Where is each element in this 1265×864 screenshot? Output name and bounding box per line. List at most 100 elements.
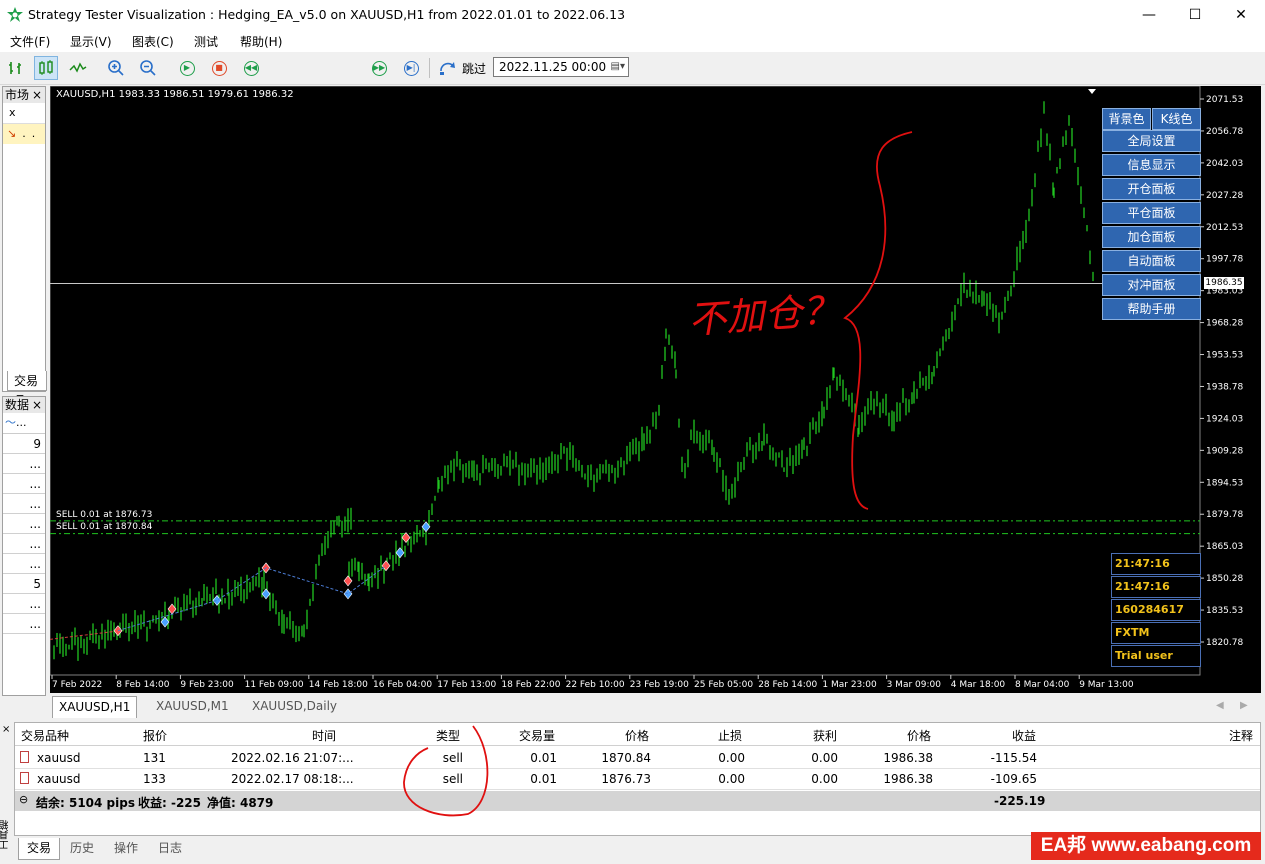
- hedge-panel-button[interactable]: 对冲面板: [1102, 274, 1201, 296]
- menu-chart[interactable]: 图表(C): [132, 33, 174, 50]
- summary-equity: 净值: 4879: [207, 796, 274, 810]
- chart-frame: [50, 86, 1201, 676]
- skip-date-picker[interactable]: 2022.11.25 00:00 ▤▾: [493, 57, 629, 77]
- col-ticket[interactable]: 报价: [143, 727, 167, 744]
- cell-sl: 0.00: [718, 772, 745, 786]
- tab-scroll-right-icon[interactable]: ▶: [1240, 700, 1248, 711]
- skip-label: 跳过: [462, 62, 487, 76]
- cell-profit: -109.65: [990, 772, 1037, 786]
- time-label: 17 Feb 13:00: [437, 680, 496, 690]
- tab-operations[interactable]: 操作: [106, 838, 146, 859]
- terminal-panel: 交易品种 报价 时间 类型 交易量 价格 止损 获利 价格 收益 注释 xauu…: [14, 722, 1261, 836]
- menu-file[interactable]: 文件(F): [10, 33, 50, 50]
- skip-button[interactable]: [436, 56, 460, 80]
- close-position-panel-button[interactable]: 平仓面板: [1102, 202, 1201, 224]
- stop-button[interactable]: ■: [207, 56, 231, 80]
- cell-tp: 0.00: [811, 751, 838, 765]
- step-button[interactable]: ▶|: [399, 56, 423, 80]
- bar-chart-button[interactable]: [4, 56, 28, 80]
- col-symbol[interactable]: 交易品种: [21, 727, 69, 744]
- time-label: 23 Feb 19:00: [630, 680, 689, 690]
- price-label: 1879.78: [1206, 510, 1243, 520]
- handwritten-brace: [843, 131, 913, 510]
- col-comment[interactable]: 注释: [1229, 727, 1253, 744]
- time-label: 28 Feb 14:00: [758, 680, 817, 690]
- chart-tab-m1[interactable]: XAUUSD,M1: [150, 696, 235, 717]
- auto-panel-button[interactable]: 自动面板: [1102, 250, 1201, 272]
- info-display-button[interactable]: 信息显示: [1102, 154, 1201, 176]
- chart-canvas[interactable]: 2071.53 2056.78 2042.03 2027.28 2012.53 1997.…: [50, 86, 1261, 693]
- col-time[interactable]: 时间: [312, 727, 336, 744]
- time-label: 14 Feb 18:00: [309, 680, 368, 690]
- collapse-icon[interactable]: ⊖: [19, 793, 28, 806]
- data-window-close-icon[interactable]: ×: [32, 397, 42, 413]
- market-watch-bid: .: [22, 127, 26, 140]
- menu-test[interactable]: 测试: [194, 33, 218, 50]
- market-watch-close-icon[interactable]: ×: [32, 87, 42, 103]
- tab-history[interactable]: 历史: [62, 838, 102, 859]
- trade-marker: [212, 594, 222, 606]
- time-label: 18 Feb 22:00: [501, 680, 560, 690]
- close-button[interactable]: ✕: [1218, 0, 1264, 30]
- cell-volume: 0.01: [530, 772, 557, 786]
- add-position-panel-button[interactable]: 加仓面板: [1102, 226, 1201, 248]
- tab-journal[interactable]: 日志: [150, 838, 190, 859]
- candle-chart-button[interactable]: [34, 56, 58, 80]
- position-row[interactable]: xauusd 133 2022.02.17 08:18:... sell 0.01 187…: [15, 769, 1260, 790]
- data-window-header-value: ...: [16, 416, 27, 429]
- menu-help[interactable]: 帮助(H): [240, 33, 282, 50]
- zoom-in-icon: [108, 60, 124, 76]
- candle-color-button[interactable]: K线色: [1152, 108, 1201, 130]
- maximize-button[interactable]: ☐: [1172, 0, 1218, 30]
- data-window-row: ...: [3, 534, 45, 554]
- fast-forward-button[interactable]: ▶▶: [367, 56, 391, 80]
- market-watch-tab-symbols[interactable]: 交易品: [7, 371, 47, 408]
- col-current-price[interactable]: 价格: [907, 727, 931, 744]
- price-label: 1953.53: [1206, 351, 1243, 361]
- col-tp[interactable]: 获利: [813, 727, 837, 744]
- trade-marker: [343, 575, 353, 587]
- tab-scroll-left-icon[interactable]: ◀: [1216, 700, 1224, 711]
- col-volume[interactable]: 交易量: [519, 727, 555, 744]
- down-arrow-icon: ↘: [7, 127, 17, 140]
- chart-tab-h1[interactable]: XAUUSD,H1: [52, 696, 138, 718]
- price-chart[interactable]: 2071.53 2056.78 2042.03 2027.28 2012.53 1997.…: [50, 86, 1261, 693]
- line-chart-icon: [69, 62, 87, 73]
- global-settings-button[interactable]: 全局设置: [1102, 130, 1201, 152]
- tab-trade[interactable]: 交易: [18, 838, 61, 860]
- rewind-button[interactable]: ◀◀: [239, 56, 263, 80]
- minimize-button[interactable]: —: [1126, 0, 1172, 30]
- data-window-row: ...: [3, 514, 45, 534]
- position-row[interactable]: xauusd 131 2022.02.16 21:07:... sell 0.01 187…: [15, 748, 1260, 769]
- open-position-panel-button[interactable]: 开仓面板: [1102, 178, 1201, 200]
- col-profit[interactable]: 收益: [1012, 727, 1036, 744]
- price-label: 1865.03: [1206, 542, 1243, 552]
- cell-price: 1870.84: [601, 751, 651, 765]
- info-time-2: 21:47:16: [1111, 576, 1201, 598]
- toolbox-close-icon[interactable]: ×: [2, 724, 10, 735]
- market-watch-row: x: [3, 103, 45, 124]
- chart-tab-daily[interactable]: XAUUSD,Daily: [246, 696, 343, 717]
- line-chart-button[interactable]: [66, 56, 90, 80]
- col-sl[interactable]: 止损: [718, 727, 742, 744]
- data-window-row: ...: [3, 554, 45, 574]
- help-manual-button[interactable]: 帮助手册: [1102, 298, 1201, 320]
- play-button[interactable]: ▶: [175, 56, 199, 80]
- fast-forward-icon: ▶▶: [371, 60, 387, 76]
- cell-cur-price: 1986.38: [883, 751, 933, 765]
- menu-view[interactable]: 显示(V): [70, 33, 112, 50]
- background-color-button[interactable]: 背景色: [1102, 108, 1151, 130]
- cell-time: 2022.02.16 21:07:...: [231, 751, 354, 765]
- price-label: 1909.28: [1206, 446, 1243, 456]
- price-label: 2042.03: [1206, 159, 1243, 169]
- chart-shift-marker-icon[interactable]: [1088, 89, 1096, 94]
- zoom-in-button[interactable]: [104, 56, 128, 80]
- calendar-dropdown-icon[interactable]: ▤▾: [611, 58, 625, 76]
- price-label: 1938.78: [1206, 382, 1243, 392]
- market-watch-symbol-row[interactable]: ↘ . .: [3, 124, 45, 144]
- cell-symbol: xauusd: [37, 751, 81, 765]
- chart-tabs: XAUUSD,H1 XAUUSD,M1 XAUUSD,Daily ◀ ▶: [50, 696, 1261, 718]
- zoom-out-button[interactable]: [136, 56, 160, 80]
- col-price[interactable]: 价格: [625, 727, 649, 744]
- app-logo-icon: [7, 7, 23, 22]
